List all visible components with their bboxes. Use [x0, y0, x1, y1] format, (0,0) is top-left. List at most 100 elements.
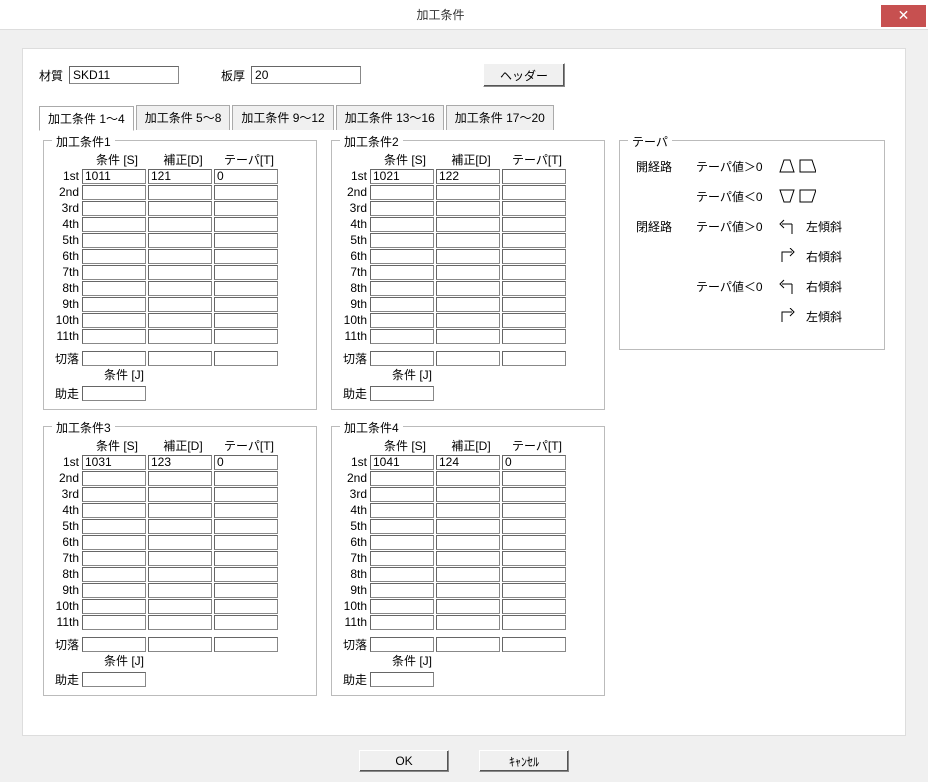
cutoff-t[interactable]: [502, 351, 566, 366]
cell-t[interactable]: [502, 583, 566, 598]
cell-t[interactable]: [214, 249, 278, 264]
cell-d[interactable]: [436, 297, 500, 312]
cell-s[interactable]: [82, 615, 146, 630]
cell-t[interactable]: [502, 503, 566, 518]
cell-s[interactable]: [82, 265, 146, 280]
cell-s[interactable]: [82, 503, 146, 518]
cell-s[interactable]: [370, 615, 434, 630]
cell-s[interactable]: [82, 217, 146, 232]
cell-t[interactable]: [502, 487, 566, 502]
cell-t[interactable]: [214, 297, 278, 312]
cell-d[interactable]: [148, 567, 212, 582]
cell-s[interactable]: [82, 329, 146, 344]
material-field[interactable]: SKD11: [69, 66, 179, 84]
cell-d[interactable]: [148, 201, 212, 216]
cell-t[interactable]: [502, 313, 566, 328]
cell-t[interactable]: [502, 535, 566, 550]
cell-s[interactable]: 1041: [370, 455, 434, 470]
cell-s[interactable]: [82, 233, 146, 248]
cell-t[interactable]: 0: [214, 455, 278, 470]
cell-s[interactable]: 1031: [82, 455, 146, 470]
cell-s[interactable]: [370, 487, 434, 502]
cell-d[interactable]: [436, 281, 500, 296]
cell-d[interactable]: [148, 217, 212, 232]
cell-s[interactable]: [82, 281, 146, 296]
cutoff-t[interactable]: [214, 637, 278, 652]
cell-s[interactable]: [370, 265, 434, 280]
cell-t[interactable]: [214, 583, 278, 598]
ok-button[interactable]: OK: [359, 750, 449, 772]
cell-s[interactable]: [370, 471, 434, 486]
cell-s[interactable]: [82, 551, 146, 566]
cell-d[interactable]: [148, 185, 212, 200]
cutoff-d[interactable]: [148, 637, 212, 652]
cell-s[interactable]: 1011: [82, 169, 146, 184]
cell-d[interactable]: [148, 535, 212, 550]
cell-t[interactable]: [214, 233, 278, 248]
cell-s[interactable]: [82, 249, 146, 264]
cell-t[interactable]: [214, 265, 278, 280]
cell-d[interactable]: [436, 551, 500, 566]
cell-t[interactable]: [214, 599, 278, 614]
cell-s[interactable]: [370, 217, 434, 232]
cell-s[interactable]: [370, 599, 434, 614]
cell-d[interactable]: [148, 615, 212, 630]
cell-s[interactable]: [82, 201, 146, 216]
cell-t[interactable]: 0: [502, 455, 566, 470]
cell-d[interactable]: [436, 615, 500, 630]
cell-t[interactable]: [214, 471, 278, 486]
cell-s[interactable]: [370, 551, 434, 566]
cell-d[interactable]: [436, 503, 500, 518]
tab-17-20[interactable]: 加工条件 17～20: [446, 105, 554, 130]
cell-s[interactable]: [82, 599, 146, 614]
cell-s[interactable]: [370, 329, 434, 344]
approach-field[interactable]: [82, 672, 146, 687]
cell-d[interactable]: [436, 519, 500, 534]
cell-d[interactable]: [436, 535, 500, 550]
cell-t[interactable]: [502, 265, 566, 280]
cutoff-d[interactable]: [436, 351, 500, 366]
cell-t[interactable]: [502, 249, 566, 264]
cell-s[interactable]: 1021: [370, 169, 434, 184]
cell-d[interactable]: [148, 297, 212, 312]
cell-d[interactable]: [436, 201, 500, 216]
cell-t[interactable]: [502, 169, 566, 184]
cell-t[interactable]: [502, 329, 566, 344]
cell-t[interactable]: [502, 615, 566, 630]
cell-d[interactable]: [436, 185, 500, 200]
cell-d[interactable]: [148, 551, 212, 566]
cell-s[interactable]: [370, 281, 434, 296]
cutoff-s[interactable]: [82, 351, 146, 366]
cell-t[interactable]: [214, 185, 278, 200]
cell-d[interactable]: [436, 217, 500, 232]
cell-d[interactable]: 121: [148, 169, 212, 184]
cell-d[interactable]: [436, 487, 500, 502]
cell-s[interactable]: [370, 185, 434, 200]
tab-9-12[interactable]: 加工条件 9～12: [232, 105, 333, 130]
cell-d[interactable]: [148, 233, 212, 248]
cell-d[interactable]: [436, 471, 500, 486]
tab-1-4[interactable]: 加工条件 1～4: [39, 106, 134, 131]
close-button[interactable]: ✕: [881, 5, 926, 27]
cell-d[interactable]: [148, 313, 212, 328]
cell-s[interactable]: [370, 583, 434, 598]
cutoff-s[interactable]: [82, 637, 146, 652]
cell-t[interactable]: [502, 281, 566, 296]
cell-t[interactable]: [214, 329, 278, 344]
cell-d[interactable]: [148, 281, 212, 296]
cell-s[interactable]: [82, 185, 146, 200]
cell-d[interactable]: [436, 313, 500, 328]
cell-d[interactable]: [148, 599, 212, 614]
cell-s[interactable]: [370, 249, 434, 264]
cell-s[interactable]: [370, 297, 434, 312]
cell-d[interactable]: [148, 471, 212, 486]
cell-s[interactable]: [370, 313, 434, 328]
cell-d[interactable]: [148, 329, 212, 344]
cell-d[interactable]: 123: [148, 455, 212, 470]
cell-s[interactable]: [82, 567, 146, 582]
cell-s[interactable]: [82, 297, 146, 312]
cell-t[interactable]: 0: [214, 169, 278, 184]
header-button[interactable]: ヘッダー: [483, 63, 565, 87]
approach-field[interactable]: [82, 386, 146, 401]
cutoff-s[interactable]: [370, 351, 434, 366]
